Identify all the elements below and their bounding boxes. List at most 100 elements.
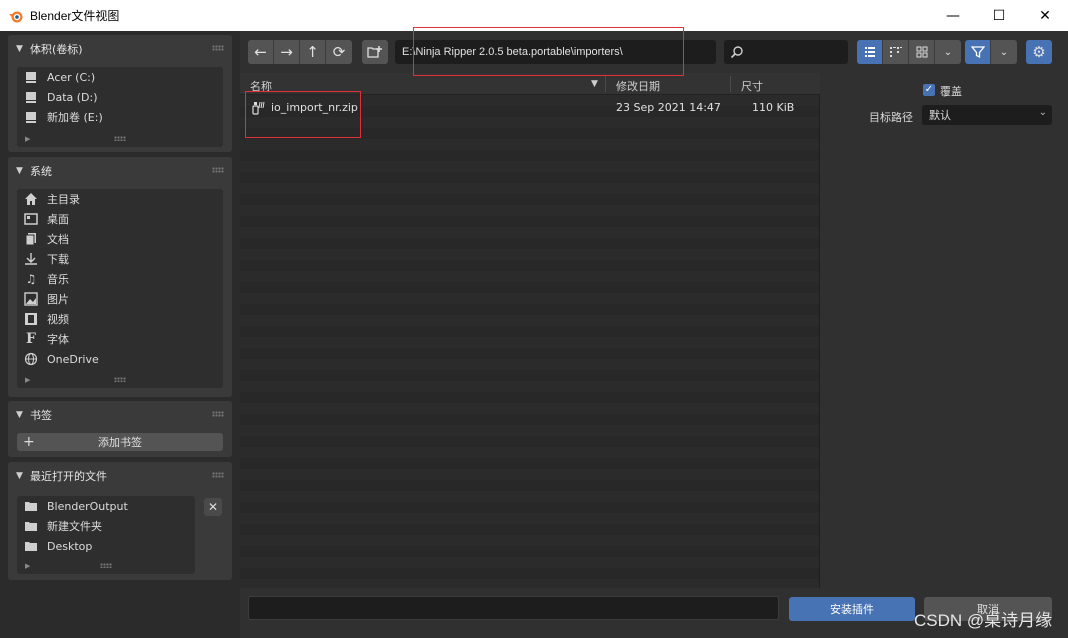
- list-expand-arrow-icon[interactable]: ▶: [25, 562, 30, 570]
- list-expand-arrow-icon[interactable]: ▶: [25, 135, 30, 143]
- watermark-text: CSDN @桌诗月缘: [914, 611, 1053, 630]
- filter-settings-dropdown[interactable]: ⌄: [991, 40, 1017, 64]
- add-bookmark-button[interactable]: + 添加书签: [17, 433, 223, 451]
- display-settings-dropdown[interactable]: ⌄: [935, 40, 961, 64]
- column-header-size[interactable]: 尺寸: [741, 78, 763, 94]
- sidebar-item-label: 图片: [47, 293, 69, 306]
- bookmarks-panel-header[interactable]: ▼ 书签: [8, 401, 232, 429]
- sidebar-item-drive-d[interactable]: Data (D:): [17, 87, 223, 107]
- settings-group: ⚙: [1026, 40, 1052, 64]
- sidebar: ▼ 体积(卷标) Acer (C:) Data (D:) 新加卷 (E:) ▶ …: [0, 31, 240, 638]
- filter-toggle-button[interactable]: [965, 40, 991, 64]
- target-path-label: 目标路径: [869, 111, 913, 124]
- documents-icon: [23, 232, 39, 246]
- refresh-button[interactable]: ⟳: [326, 40, 352, 64]
- chevron-down-icon: ▼: [16, 471, 23, 481]
- sidebar-item-downloads[interactable]: 下载: [17, 249, 223, 269]
- sidebar-item-documents[interactable]: 文档: [17, 229, 223, 249]
- sidebar-item-fonts[interactable]: F 字体: [17, 329, 223, 349]
- list-resize-grip-icon[interactable]: [114, 377, 126, 382]
- folder-icon: [23, 539, 39, 553]
- overwrite-checkbox[interactable]: ✓: [923, 84, 935, 96]
- drag-grip-icon[interactable]: [212, 167, 224, 173]
- sort-descending-icon[interactable]: ▼: [591, 79, 598, 89]
- font-icon: F: [26, 331, 36, 347]
- list-expand-arrow-icon[interactable]: ▶: [25, 376, 30, 384]
- install-addon-button[interactable]: 安装插件: [789, 597, 915, 621]
- drag-grip-icon[interactable]: [212, 472, 224, 478]
- file-date: 23 Sep 2021 14:47: [616, 101, 721, 114]
- system-panel-header[interactable]: ▼ 系统: [8, 157, 232, 185]
- sidebar-item-onedrive[interactable]: OneDrive: [17, 349, 223, 369]
- checkmark-icon: ✓: [924, 84, 934, 95]
- bookmarks-panel: ▼ 书签 + 添加书签: [8, 401, 232, 457]
- folder-icon: [23, 499, 39, 513]
- sidebar-item-recent-new-folder[interactable]: 新建文件夹: [17, 516, 195, 536]
- refresh-icon: ⟳: [332, 43, 346, 61]
- plus-icon: +: [23, 434, 35, 450]
- list-resize-grip-icon[interactable]: [100, 563, 112, 568]
- clear-recent-button[interactable]: ✕: [204, 498, 222, 516]
- sidebar-item-drive-e[interactable]: 新加卷 (E:): [17, 107, 223, 127]
- minimize-button[interactable]: —: [930, 0, 976, 31]
- close-icon: ✕: [207, 500, 219, 514]
- sidebar-item-recent-blenderoutput[interactable]: BlenderOutput: [17, 496, 195, 516]
- column-separator[interactable]: [730, 76, 731, 92]
- recent-list: BlenderOutput 新建文件夹 Desktop ▶: [17, 496, 195, 574]
- forward-button[interactable]: →: [274, 40, 300, 64]
- list-resize-grip-icon[interactable]: [114, 136, 126, 141]
- parent-directory-button[interactable]: ↑: [300, 40, 326, 64]
- sidebar-item-label: 字体: [47, 333, 69, 346]
- volumes-panel: ▼ 体积(卷标) Acer (C:) Data (D:) 新加卷 (E:) ▶: [8, 35, 232, 152]
- window-title: Blender文件视图: [30, 9, 120, 23]
- sidebar-item-recent-desktop[interactable]: Desktop: [17, 536, 195, 556]
- recent-panel-title: 最近打开的文件: [30, 470, 107, 483]
- sidebar-item-videos[interactable]: 视频: [17, 309, 223, 329]
- volumes-panel-header[interactable]: ▼ 体积(卷标): [8, 35, 232, 63]
- drag-grip-icon[interactable]: [212, 411, 224, 417]
- arrow-right-icon: →: [280, 43, 293, 61]
- sidebar-item-label: Desktop: [47, 539, 93, 553]
- system-panel-title: 系统: [30, 165, 52, 178]
- grid-view-icon: [916, 46, 927, 58]
- sidebar-settings-button[interactable]: ⚙: [1026, 40, 1052, 64]
- back-button[interactable]: ←: [248, 40, 274, 64]
- sidebar-item-pictures[interactable]: 图片: [17, 289, 223, 309]
- drive-icon: [23, 110, 39, 124]
- search-icon: [730, 46, 743, 59]
- globe-icon: [23, 352, 39, 366]
- system-panel: ▼ 系统 主目录 桌面 文档 下载 ♫ 音乐 图片 视频 F 字体 OneDri…: [8, 157, 232, 397]
- filter-icon: [970, 46, 985, 59]
- chevron-down-icon: ⌄: [943, 46, 953, 58]
- chevron-down-icon: ▼: [16, 410, 23, 420]
- horizontal-list-view-button[interactable]: [883, 40, 909, 64]
- vertical-list-view-button[interactable]: [857, 40, 883, 64]
- filter-group: ⌄: [965, 40, 1017, 64]
- sidebar-item-label: 新建文件夹: [47, 520, 102, 533]
- chevron-down-icon: ▼: [16, 44, 23, 54]
- target-path-select[interactable]: 默认 ⌄: [922, 105, 1052, 125]
- sidebar-item-home[interactable]: 主目录: [17, 189, 223, 209]
- column-header-date[interactable]: 修改日期: [616, 78, 660, 94]
- filename-input[interactable]: [248, 596, 779, 620]
- new-folder-button[interactable]: [362, 40, 388, 64]
- sidebar-item-drive-c[interactable]: Acer (C:): [17, 67, 223, 87]
- volumes-list: Acer (C:) Data (D:) 新加卷 (E:) ▶: [17, 67, 223, 147]
- sidebar-item-music[interactable]: ♫ 音乐: [17, 269, 223, 289]
- maximize-button[interactable]: ☐: [976, 0, 1022, 31]
- chevron-down-icon: ▼: [16, 166, 23, 176]
- sidebar-item-label: Acer (C:): [47, 70, 96, 84]
- recent-panel: ▼ 最近打开的文件 BlenderOutput 新建文件夹 Desktop ▶ …: [8, 462, 232, 580]
- desktop-icon: [23, 212, 39, 226]
- download-icon: [23, 252, 39, 266]
- sidebar-item-desktop[interactable]: 桌面: [17, 209, 223, 229]
- file-highlight-box: [245, 91, 361, 138]
- thumbnail-view-button[interactable]: [909, 40, 935, 64]
- close-button[interactable]: ✕: [1022, 0, 1068, 31]
- drive-icon: [23, 70, 39, 84]
- drag-grip-icon[interactable]: [212, 45, 224, 51]
- column-separator[interactable]: [605, 76, 606, 92]
- system-list: 主目录 桌面 文档 下载 ♫ 音乐 图片 视频 F 字体 OneDrive ▶: [17, 189, 223, 388]
- search-input[interactable]: [724, 40, 848, 64]
- recent-panel-header[interactable]: ▼ 最近打开的文件: [8, 462, 232, 490]
